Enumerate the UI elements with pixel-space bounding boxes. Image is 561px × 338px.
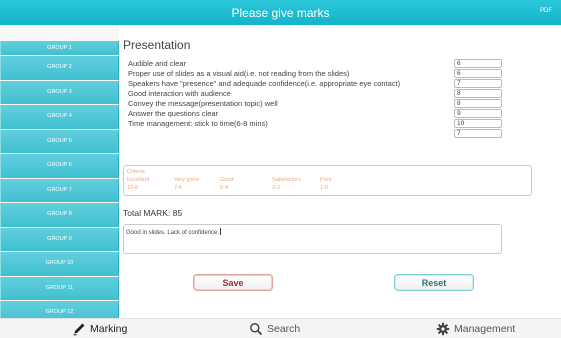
criteria-legend: Criteria Excellent 10-8 Very good 7-6 Go… bbox=[123, 165, 532, 196]
marking-panel: Presentation Audible and clear 6 Proper … bbox=[119, 25, 561, 318]
pdf-button[interactable]: PDF bbox=[540, 8, 552, 14]
legend-level-range: 7-6 bbox=[174, 185, 182, 191]
legend-level-name: Good bbox=[220, 177, 234, 183]
criterion-label: Time management: stick to time(6-8 mins) bbox=[128, 119, 268, 128]
sidebar-item-group-2[interactable]: GROUP 2 bbox=[0, 56, 119, 80]
sidebar-item-group-1[interactable]: GROUP 1 bbox=[0, 41, 119, 55]
sidebar-item-group-10[interactable]: GROUP 10 bbox=[0, 252, 119, 276]
legend-level-range: 10-8 bbox=[127, 185, 139, 191]
nav-management-label: Management bbox=[454, 323, 516, 335]
sidebar-item-group-9[interactable]: GROUP 9 bbox=[0, 227, 119, 251]
criterion-label: Speakers have "presence" and adequade co… bbox=[128, 79, 401, 88]
sidebar-item-group-5[interactable]: GROUP 5 bbox=[0, 129, 119, 153]
legend-level-range: 5-4 bbox=[220, 185, 228, 191]
legend-level-range: 1-0 bbox=[320, 185, 328, 191]
nav-marking[interactable]: Marking bbox=[72, 322, 127, 336]
search-icon bbox=[250, 323, 263, 336]
criterion-label: Convey the message(presentation topic) w… bbox=[128, 99, 278, 108]
comment-text: Good in slides. Lack of confidence. bbox=[126, 230, 220, 236]
comment-field[interactable]: Good in slides. Lack of confidence. bbox=[123, 224, 502, 254]
score-input[interactable]: 6 bbox=[454, 69, 502, 78]
legend-heading: Criteria bbox=[127, 169, 145, 175]
criterion-label: Audible and clear bbox=[128, 59, 186, 68]
score-input[interactable]: 7 bbox=[454, 79, 502, 88]
score-input[interactable]: 8 bbox=[454, 99, 502, 108]
text-cursor bbox=[220, 228, 222, 235]
sidebar-item-group-7[interactable]: GROUP 7 bbox=[0, 178, 119, 202]
pencil-icon bbox=[73, 323, 85, 336]
sidebar-item-group-8[interactable]: GROUP 8 bbox=[0, 203, 119, 227]
group-sidebar: GROUP 1 GROUP 2 GROUP 3 GROUP 4 GROUP 5 … bbox=[0, 25, 119, 318]
legend-level-range: 3-2 bbox=[272, 185, 280, 191]
sidebar-item-group-4[interactable]: GROUP 4 bbox=[0, 105, 119, 129]
legend-level-name: Poor bbox=[320, 177, 332, 183]
total-mark: Total MARK: 85 bbox=[123, 208, 183, 218]
nav-search[interactable]: Search bbox=[249, 322, 300, 336]
header-bar: Please give marks PDF bbox=[0, 0, 561, 25]
legend-level-name: Satisfactory bbox=[272, 177, 301, 183]
legend-level-name: Excellent bbox=[127, 177, 150, 183]
nav-management[interactable]: Management bbox=[436, 322, 515, 336]
criterion-label: Good interaction with audience bbox=[128, 89, 231, 98]
score-input[interactable]: 7 bbox=[454, 129, 502, 138]
score-input[interactable]: 6 bbox=[454, 59, 502, 68]
criterion-label: Proper use of slides as a visual aid(i.e… bbox=[128, 69, 350, 78]
sidebar-item-group-6[interactable]: GROUP 6 bbox=[0, 154, 119, 178]
gear-icon bbox=[436, 322, 450, 336]
page-title: Please give marks bbox=[231, 6, 330, 20]
save-button[interactable]: Save bbox=[193, 274, 273, 291]
section-title: Presentation bbox=[123, 38, 191, 52]
score-input[interactable]: 10 bbox=[454, 119, 502, 128]
score-input[interactable]: 8 bbox=[454, 89, 502, 98]
legend-level-name: Very good bbox=[174, 177, 199, 183]
sidebar-item-group-12[interactable]: GROUP 12 bbox=[0, 301, 119, 318]
sidebar-item-group-11[interactable]: GROUP 11 bbox=[0, 276, 119, 300]
nav-search-label: Search bbox=[267, 323, 301, 335]
criterion-label: Answer the questions clear bbox=[128, 109, 219, 118]
nav-marking-label: Marking bbox=[90, 323, 128, 335]
score-input[interactable]: 9 bbox=[454, 109, 502, 118]
bottom-nav: Marking Search Management bbox=[0, 318, 561, 338]
sidebar-item-group-3[interactable]: GROUP 3 bbox=[0, 80, 119, 104]
reset-button[interactable]: Reset bbox=[394, 274, 474, 291]
